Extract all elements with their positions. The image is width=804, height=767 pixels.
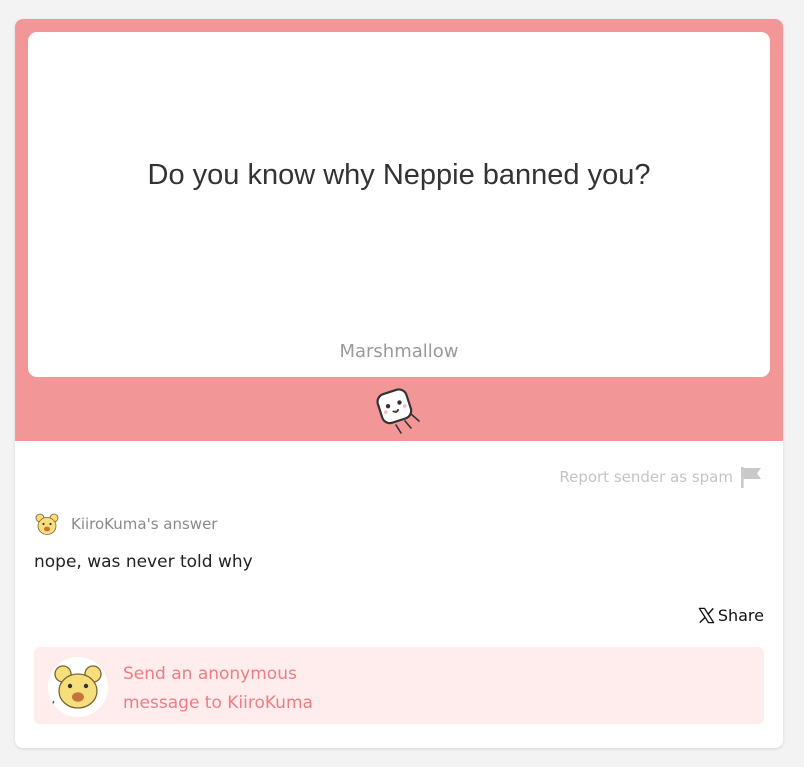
share-button[interactable]: Share bbox=[697, 606, 764, 625]
x-logo-icon bbox=[698, 607, 715, 624]
report-spam-link[interactable]: Report sender as spam bbox=[559, 466, 763, 488]
question-band: Do you know why Neppie banned you? Marsh… bbox=[15, 19, 783, 441]
report-spam-label: Report sender as spam bbox=[559, 468, 733, 486]
bear-avatar-icon bbox=[48, 657, 108, 717]
brand-label: Marshmallow bbox=[339, 341, 459, 362]
marshmallow-logo-icon bbox=[376, 388, 420, 434]
question-text: Do you know why Neppie banned you? bbox=[147, 159, 651, 191]
bear-avatar-icon bbox=[32, 509, 62, 539]
send-anonymous-message-label: Send an anonymous message to KiiroKuma bbox=[123, 660, 383, 718]
send-line-1: Send an anonymous bbox=[123, 664, 297, 684]
send-line-2: message to KiiroKuma bbox=[123, 693, 313, 713]
answer-text: nope, was never told why bbox=[34, 552, 253, 572]
avatar bbox=[48, 657, 108, 717]
share-label: Share bbox=[717, 606, 764, 625]
answer-header: KiiroKuma's answer bbox=[32, 509, 217, 539]
answer-card: Do you know why Neppie banned you? Marsh… bbox=[15, 19, 783, 748]
flag-icon bbox=[741, 467, 761, 488]
send-anonymous-message-button[interactable]: Send an anonymous message to KiiroKuma bbox=[34, 647, 764, 724]
avatar[interactable] bbox=[32, 509, 62, 539]
question-card: Do you know why Neppie banned you? Marsh… bbox=[28, 32, 770, 377]
answer-author-label: KiiroKuma's answer bbox=[71, 515, 218, 533]
